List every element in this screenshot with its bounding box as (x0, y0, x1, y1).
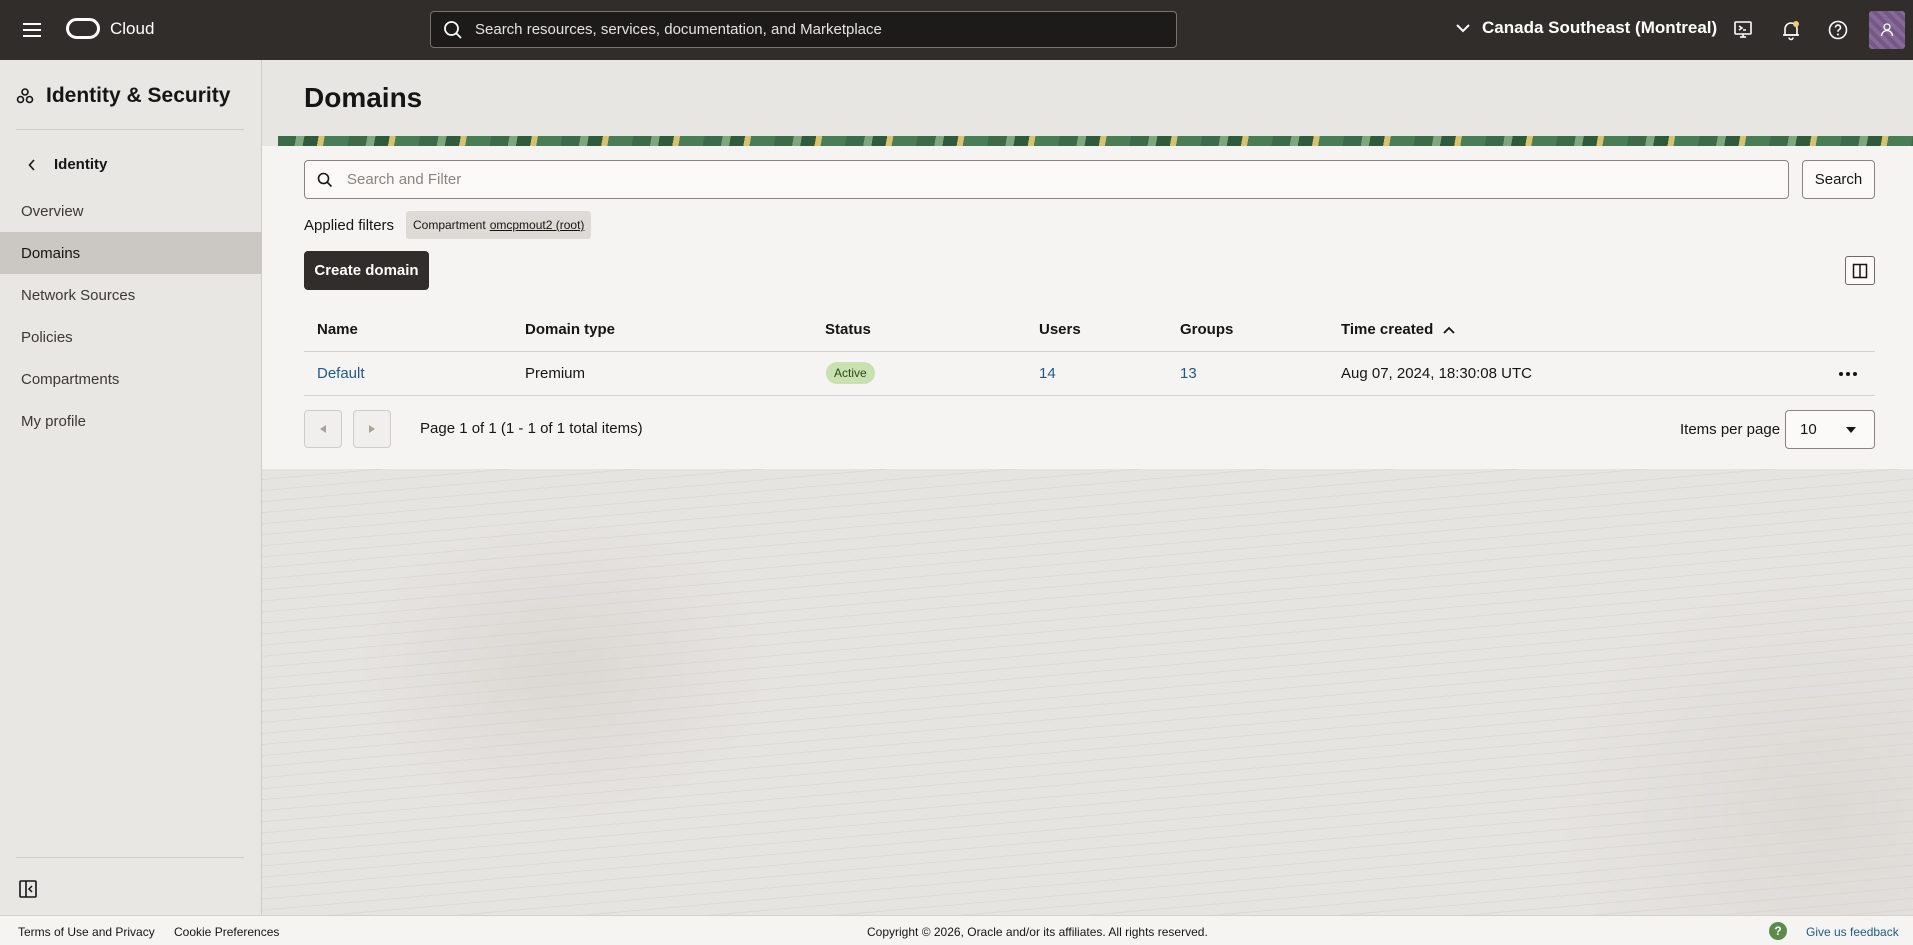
table-header-divider (304, 351, 1875, 352)
column-header-status[interactable]: Status (825, 321, 871, 338)
notifications-icon[interactable] (1779, 18, 1803, 42)
page-title: Domains (304, 82, 423, 113)
top-header: Cloud Search resources, services, docume… (0, 0, 1913, 60)
sidebar-item-overview[interactable]: Overview (0, 190, 261, 232)
copyright-text: Copyright © 2026, Oracle and/or its affi… (867, 925, 1208, 939)
decorative-banner (278, 136, 1913, 146)
search-filter-input[interactable]: Search and Filter (304, 160, 1789, 199)
oracle-logo-icon (66, 18, 100, 39)
sidebar-item-my-profile[interactable]: My profile (0, 400, 261, 442)
filter-chip-prefix: Compartment (413, 218, 486, 232)
column-header-time-created[interactable]: Time created (1341, 321, 1455, 338)
items-per-page-value: 10 (1800, 421, 1817, 438)
identity-security-icon (16, 88, 34, 104)
column-header-name[interactable]: Name (317, 321, 358, 338)
terms-link[interactable]: Terms of Use and Privacy (18, 925, 155, 939)
sidebar-item-policies[interactable]: Policies (0, 316, 261, 358)
search-icon (444, 20, 462, 39)
create-domain-button[interactable]: Create domain (304, 251, 429, 290)
items-per-page-label: Items per page (1680, 421, 1781, 438)
global-search-placeholder: Search resources, services, documentatio… (475, 21, 882, 38)
sidebar-item-network-sources[interactable]: Network Sources (0, 274, 261, 316)
sort-ascending-icon (1443, 326, 1455, 334)
time-created-cell: Aug 07, 2024, 18:30:08 UTC (1341, 365, 1532, 382)
sidebar-item-domains[interactable]: Domains (0, 232, 261, 274)
column-settings-button[interactable] (1845, 256, 1875, 285)
oracle-cloud-logo[interactable]: Cloud (66, 18, 154, 39)
menu-icon[interactable] (20, 19, 44, 41)
applied-filters-label: Applied filters (304, 217, 395, 234)
chevron-down-icon (1456, 24, 1470, 33)
sidebar-divider (16, 129, 244, 130)
dropdown-caret-icon (1846, 427, 1856, 433)
collapse-sidebar-icon[interactable] (18, 879, 38, 899)
column-header-users[interactable]: Users (1039, 321, 1081, 338)
sidebar-back-label: Identity (54, 156, 108, 173)
status-badge: Active (826, 362, 875, 384)
users-count-link[interactable]: 14 (1039, 365, 1056, 382)
row-actions-menu-icon[interactable] (1836, 364, 1860, 384)
search-filter-placeholder: Search and Filter (347, 171, 462, 188)
compartment-filter-chip[interactable]: Compartment omcpmout2 (root) (406, 211, 592, 239)
previous-page-button[interactable] (304, 410, 342, 448)
region-label: Canada Southeast (Montreal) (1482, 18, 1718, 37)
filter-chip-compartment-link[interactable]: omcpmout2 (root) (490, 218, 585, 232)
pagination-summary: Page 1 of 1 (1 - 1 of 1 total items) (420, 420, 643, 437)
next-page-button[interactable] (353, 410, 391, 448)
cloud-shell-icon[interactable] (1731, 18, 1755, 42)
background-pattern (262, 469, 1913, 915)
column-header-groups[interactable]: Groups (1180, 321, 1233, 338)
table-row-divider (304, 395, 1875, 396)
sidebar: Identity & Security Identity Overview Do… (0, 60, 262, 915)
sidebar-title: Identity & Security (16, 84, 230, 108)
user-avatar[interactable] (1869, 11, 1905, 49)
brand-label: Cloud (110, 18, 155, 38)
help-icon[interactable] (1826, 18, 1850, 42)
chevron-left-icon (28, 158, 35, 171)
previous-page-icon (320, 425, 326, 433)
time-created-label: Time created (1341, 321, 1434, 338)
user-icon (1880, 23, 1894, 37)
footer: Terms of Use and Privacy Cookie Preferen… (0, 915, 1913, 945)
column-header-domain-type[interactable]: Domain type (525, 321, 615, 338)
main-content: Domains Search and Filter Search Applied… (262, 60, 1913, 915)
domain-name-link[interactable]: Default (317, 365, 365, 382)
columns-icon (1852, 263, 1868, 278)
next-page-icon (369, 425, 375, 433)
sidebar-title-label: Identity & Security (46, 84, 231, 107)
groups-count-link[interactable]: 13 (1180, 365, 1197, 382)
region-selector[interactable]: Canada Southeast (Montreal) (1456, 18, 1717, 38)
feedback-icon[interactable]: ? (1769, 922, 1787, 940)
global-search-input[interactable]: Search resources, services, documentatio… (430, 11, 1177, 48)
cookie-preferences-link[interactable]: Cookie Preferences (174, 925, 279, 939)
items-per-page-select[interactable]: 10 (1785, 410, 1875, 449)
sidebar-item-compartments[interactable]: Compartments (0, 358, 261, 400)
sidebar-bottom-divider (16, 857, 244, 858)
domain-type-cell: Premium (525, 365, 586, 382)
search-button[interactable]: Search (1802, 160, 1875, 199)
search-icon (317, 172, 333, 187)
sidebar-back-identity[interactable]: Identity (28, 156, 107, 173)
give-feedback-link[interactable]: Give us feedback (1806, 925, 1899, 939)
